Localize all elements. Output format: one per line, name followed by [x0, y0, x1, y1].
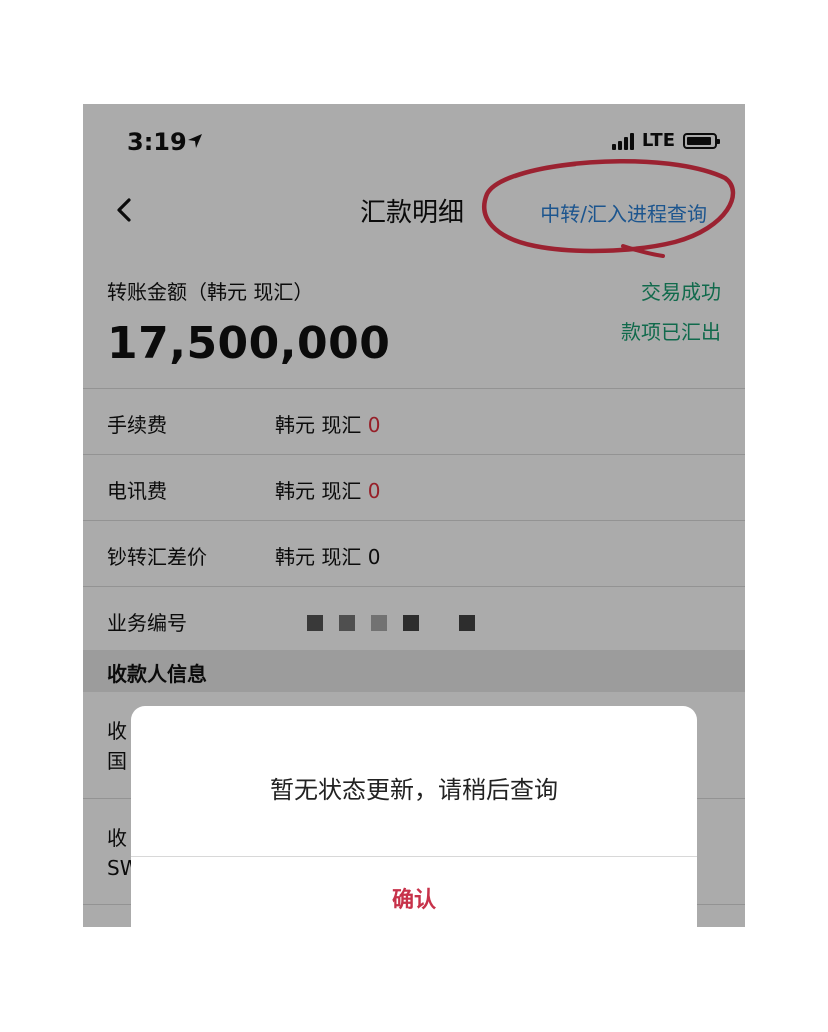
- confirm-button[interactable]: 确认: [131, 882, 697, 914]
- alert-dialog: 暂无状态更新，请稍后查询 确认: [131, 706, 697, 927]
- dialog-message: 暂无状态更新，请稍后查询: [270, 776, 558, 804]
- dialog-divider: [131, 856, 697, 857]
- phone-screen: 3:19 LTE 汇款明细 中转/汇入进程查询 转账金额（韩元 现汇） 17,5…: [83, 104, 745, 927]
